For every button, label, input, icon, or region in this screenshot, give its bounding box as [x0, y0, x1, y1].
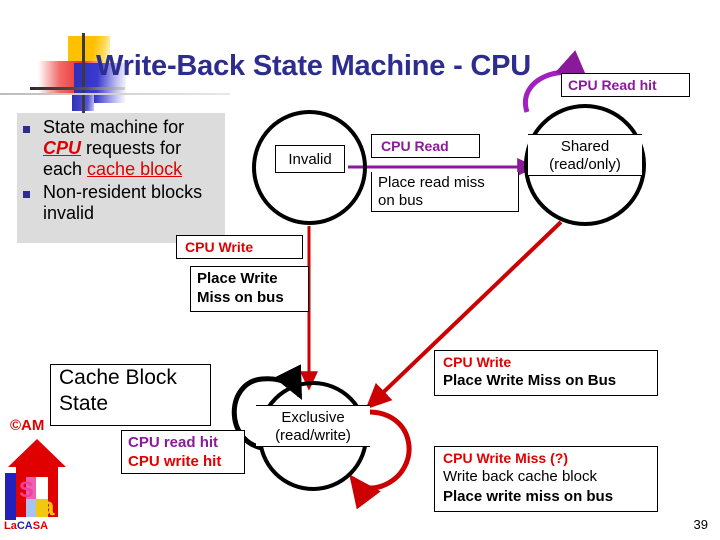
label-cpu-write-left: CPU Write	[185, 239, 254, 255]
label-self-hits-box: CPU read hit CPU write hit	[121, 430, 245, 474]
title-divider	[0, 93, 230, 95]
label-cpu-read-hit-box: CPU Read hit	[561, 73, 690, 97]
list-item: Non-resident blocks invalid	[17, 182, 225, 224]
label-cpu-write-right: CPU Write	[443, 354, 512, 370]
label-write-back-cache-block: Write back cache block	[443, 468, 597, 485]
state-invalid-label: Invalid	[288, 151, 332, 168]
legend-cache-block-state-box: Cache Block State	[50, 364, 211, 426]
bullet-panel: State machine for CPU requests for each …	[17, 113, 225, 243]
state-shared-label-box: Shared (read/only)	[528, 134, 642, 176]
list-item: State machine for CPU requests for each …	[17, 117, 225, 180]
label-place-write-miss-left-1: Place Write	[197, 270, 278, 287]
bullet-text-2: Non-resident blocks invalid	[43, 182, 203, 223]
legend-cache-block-state-2: State	[59, 392, 109, 415]
label-cpu-read-box: CPU Read	[371, 134, 480, 158]
state-exclusive-label-2: (read/write)	[275, 427, 351, 444]
label-cpu-read-hit-self: CPU read hit	[128, 434, 219, 451]
bullet-square-icon	[23, 126, 30, 133]
state-exclusive-label-box: Exclusive (read/write)	[256, 405, 370, 447]
label-place-read-miss-box: Place read miss on bus	[371, 172, 519, 212]
label-cpu-write-miss-box: CPU Write Miss (?) Write back cache bloc…	[434, 446, 658, 512]
label-place-read-miss-1: Place read miss	[378, 174, 485, 191]
label-cpu-write-left-box: CPU Write	[176, 235, 303, 259]
lacasa-logo: ©AM S a LaCASA	[4, 417, 70, 532]
label-place-read-miss-2: on bus	[378, 192, 424, 209]
label-place-write-miss-right: Place Write Miss on Bus	[443, 372, 617, 389]
slide-canvas: Write-Back State Machine - CPU State mac…	[0, 0, 720, 540]
page-number: 39	[693, 517, 708, 532]
label-place-write-miss-on-bus: Place write miss on bus	[443, 488, 614, 505]
state-exclusive-label-1: Exclusive	[281, 409, 345, 426]
svg-text:S: S	[19, 477, 34, 502]
label-cpu-read-hit: CPU Read hit	[568, 77, 657, 93]
logo-am-text: ©AM	[10, 417, 45, 434]
house-logo-icon: S a	[5, 439, 66, 521]
logo-lacasa-text: LaCASA	[4, 520, 48, 532]
state-shared-label-1: Shared	[560, 138, 610, 155]
svg-text:a: a	[40, 491, 55, 521]
bullet1-pre: State machine for	[43, 117, 185, 137]
label-cpu-write-miss: CPU Write Miss (?)	[443, 450, 568, 466]
state-shared-label-2: (read/only)	[549, 156, 621, 173]
label-cpu-write-right-box: CPU Write Place Write Miss on Bus	[434, 350, 658, 396]
bullet1-emphasis-cache-block: cache block	[87, 159, 183, 179]
vertical-rule-icon	[82, 33, 85, 116]
state-invalid-label-box: Invalid	[275, 145, 345, 173]
label-place-write-miss-left-box: Place Write Miss on bus	[190, 266, 309, 312]
bullet1-emphasis-cpu: CPU	[43, 138, 82, 158]
bullet-square-icon	[23, 191, 30, 198]
logo-name-part-1: La	[4, 520, 17, 532]
label-place-write-miss-left-2: Miss on bus	[197, 289, 284, 306]
label-cpu-write-hit-self: CPU write hit	[128, 453, 222, 470]
bullet-text-1: State machine for CPU requests for each …	[43, 117, 225, 180]
horizontal-rule-icon	[30, 87, 125, 90]
logo-name-part-3: SA	[32, 520, 49, 532]
label-cpu-read: CPU Read	[381, 138, 449, 154]
logo-name-part-2: CA	[16, 520, 33, 532]
legend-cache-block-state-1: Cache Block	[59, 366, 177, 389]
